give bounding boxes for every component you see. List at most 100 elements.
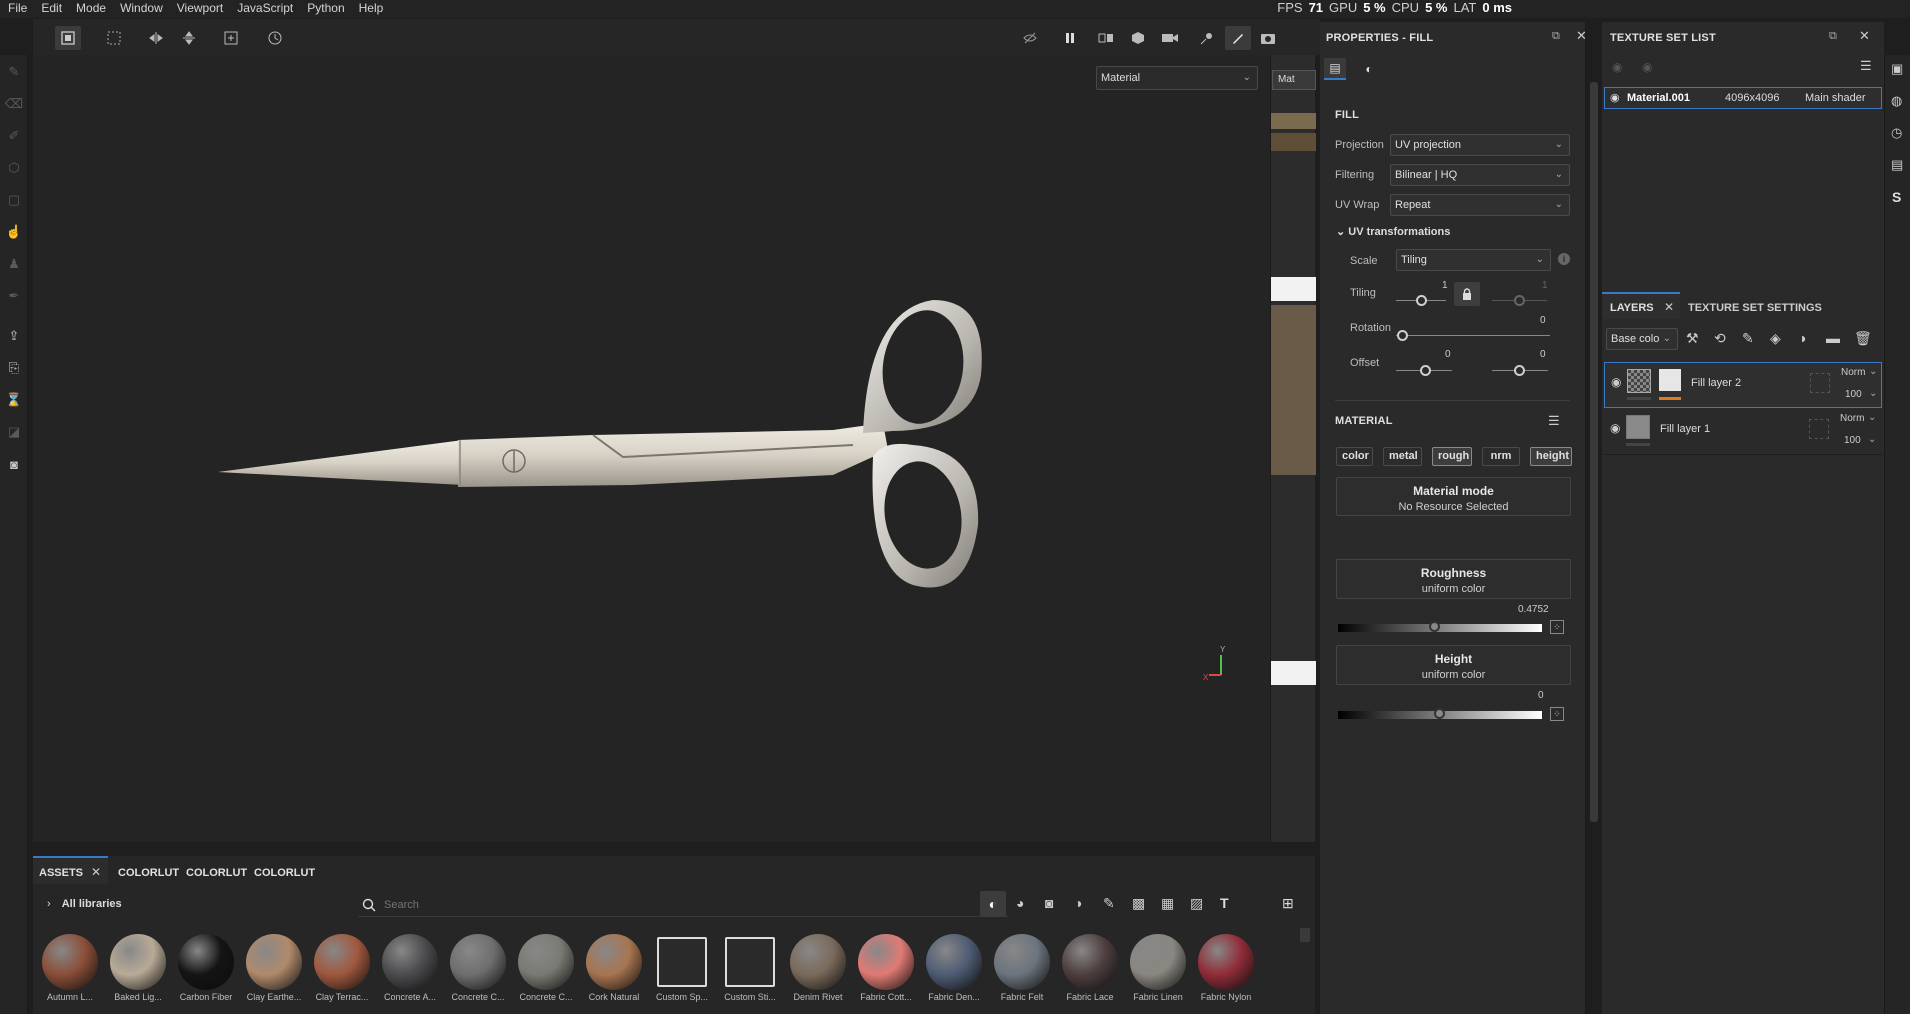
layer-opacity[interactable]: 100 — [1845, 389, 1862, 400]
offset-v-knob[interactable] — [1514, 365, 1525, 376]
filter-smart-materials-icon[interactable]: ◕ — [1016, 895, 1024, 911]
delete-icon[interactable]: 🗑 — [1854, 330, 1872, 347]
add-fill-layer-icon[interactable]: ◈ — [1770, 330, 1781, 347]
menu-javascript[interactable]: JavaScript — [230, 0, 300, 18]
material-mode-slot[interactable]: Material mode No Resource Selected — [1336, 477, 1571, 516]
menu-mode[interactable]: Mode — [69, 0, 113, 18]
tab-colorlut[interactable]: COLORLUT — [186, 867, 247, 879]
layer-mask-slot[interactable] — [1810, 373, 1830, 393]
menu-file[interactable]: File — [1, 0, 34, 18]
tab-colorlut[interactable]: COLORLUT — [254, 867, 315, 879]
offset-u-knob[interactable] — [1420, 365, 1431, 376]
add-frame-icon[interactable] — [218, 26, 244, 50]
marquee-icon[interactable] — [101, 26, 127, 50]
asset-thumbnail[interactable] — [42, 934, 98, 990]
tiling-v-knob[interactable] — [1514, 295, 1525, 306]
asset-thumbnail[interactable] — [246, 934, 302, 990]
assets-scrollbar[interactable] — [1300, 928, 1310, 942]
history-icon[interactable] — [262, 26, 288, 50]
search-bar[interactable] — [358, 893, 1008, 917]
export-icon[interactable]: ⎘ — [4, 358, 24, 378]
properties-scrollbar[interactable] — [1590, 82, 1598, 822]
menu-edit[interactable]: Edit — [34, 0, 69, 18]
filter-materials-icon[interactable]: ◐ — [980, 891, 1006, 917]
layer-opacity[interactable]: 100 — [1844, 435, 1861, 446]
roughness-slot[interactable]: Roughness uniform color — [1336, 559, 1571, 599]
roughness-slider[interactable] — [1338, 624, 1542, 632]
filter-images-icon[interactable]: ▨ — [1190, 895, 1203, 912]
render-icon[interactable]: ◙ — [4, 454, 24, 474]
eye-hidden-icon[interactable]: ◉ — [1612, 60, 1622, 74]
tab-assets[interactable]: ASSETS ✕ — [33, 856, 108, 884]
grid-view-icon[interactable]: ⊞ — [1282, 895, 1294, 912]
layer-mask-slot[interactable] — [1809, 419, 1829, 439]
tiling-u-knob[interactable] — [1416, 295, 1427, 306]
menu-lines-icon[interactable]: ☰ — [1548, 413, 1560, 429]
layer-row[interactable]: ◉ Fill layer 1 Norm ⌄ 100 ⌄ — [1604, 409, 1882, 455]
libraries-toggle[interactable]: › All libraries — [47, 898, 122, 910]
asset-thumbnail[interactable] — [858, 934, 914, 990]
clone-icon[interactable]: ♟ — [4, 254, 24, 274]
layer-row[interactable]: ◉ Fill layer 2 Norm ⌄ 100 ⌄ — [1604, 362, 1882, 408]
float-icon[interactable]: ⧉ — [1829, 30, 1837, 43]
layer-thumbnail[interactable] — [1659, 369, 1681, 391]
menu-viewport[interactable]: Viewport — [170, 0, 230, 18]
grid-select-icon[interactable] — [55, 26, 81, 50]
asset-thumbnail[interactable] — [1198, 934, 1254, 990]
shader-settings-icon[interactable]: ◍ — [1891, 93, 1902, 109]
filter-text-icon[interactable]: T — [1220, 895, 1229, 911]
add-folder-icon[interactable]: ▬ — [1826, 330, 1840, 346]
scale-select[interactable]: Tiling ⌄ — [1396, 249, 1551, 271]
info-icon[interactable]: i — [1558, 253, 1570, 265]
menu-window[interactable]: Window — [113, 0, 170, 18]
channel-metal-chip[interactable]: metal — [1383, 447, 1422, 466]
symmetry-x-icon[interactable] — [143, 26, 169, 50]
asset-thumbnail[interactable] — [926, 934, 982, 990]
height-knob[interactable] — [1434, 708, 1445, 719]
asset-thumbnail[interactable] — [994, 934, 1050, 990]
filter-brushes-icon[interactable]: ✎ — [1103, 895, 1115, 912]
texture-set-row[interactable]: ◉ Material.001 4096x4096 Main shader — [1604, 87, 1882, 109]
split-view-icon[interactable] — [1093, 26, 1119, 50]
camera-view-icon[interactable] — [1157, 26, 1183, 50]
layer-mask-thumbnail[interactable] — [1627, 369, 1651, 393]
material-tab[interactable]: ◐ — [1358, 58, 1380, 80]
add-paint-layer-icon[interactable]: ✎ — [1742, 330, 1754, 347]
tab-layers[interactable]: LAYERS ✕ — [1602, 292, 1680, 319]
filter-textures-icon[interactable]: ▩ — [1132, 895, 1145, 912]
add-effect-icon[interactable]: ⚒ — [1686, 330, 1699, 347]
measure-icon[interactable]: ◪ — [4, 422, 24, 442]
2d-view-strip[interactable]: Mat — [1270, 55, 1316, 842]
close-icon[interactable]: ✕ — [1664, 300, 1674, 314]
layer-name[interactable]: Fill layer 1 — [1660, 423, 1710, 435]
cube-icon[interactable] — [1125, 26, 1151, 50]
eye-icon[interactable]: ◉ — [1610, 421, 1620, 435]
hourglass-icon[interactable]: ⌛ — [4, 390, 24, 410]
screenshot-icon[interactable] — [1255, 26, 1281, 50]
asset-thumbnail[interactable] — [657, 937, 707, 987]
channel-nrm-chip[interactable]: nrm — [1482, 447, 1520, 466]
height-slot[interactable]: Height uniform color — [1336, 645, 1571, 685]
menu-python[interactable]: Python — [300, 0, 351, 18]
projection-icon[interactable]: ✐ — [4, 126, 24, 146]
close-icon[interactable]: ✕ — [1576, 28, 1587, 44]
hide-icon[interactable] — [1017, 26, 1043, 50]
asset-thumbnail[interactable] — [382, 934, 438, 990]
asset-thumbnail[interactable] — [1062, 934, 1118, 990]
log-icon[interactable]: ▤ — [1891, 157, 1903, 173]
channel-rough-chip[interactable]: rough — [1432, 447, 1472, 466]
asset-thumbnail[interactable] — [725, 937, 775, 987]
random-icon[interactable]: ⁘ — [1550, 620, 1564, 634]
asset-thumbnail[interactable] — [1130, 934, 1186, 990]
filter-generators-icon[interactable]: ◑ — [1074, 895, 1082, 911]
pause-icon[interactable] — [1057, 26, 1083, 50]
filter-masks-icon[interactable]: ◙ — [1045, 895, 1053, 911]
eye-icon[interactable]: ◉ — [1611, 375, 1621, 389]
symmetry-y-icon[interactable] — [176, 26, 202, 50]
filter-grid-icon[interactable]: ▦ — [1161, 895, 1174, 912]
substance-icon[interactable]: S — [1892, 189, 1901, 205]
channel-select[interactable]: Base colo ⌄ — [1606, 328, 1678, 350]
close-icon[interactable]: ✕ — [91, 865, 101, 879]
eye-icon[interactable]: ◉ — [1610, 91, 1620, 104]
eraser-icon[interactable]: ⌫ — [4, 94, 24, 114]
